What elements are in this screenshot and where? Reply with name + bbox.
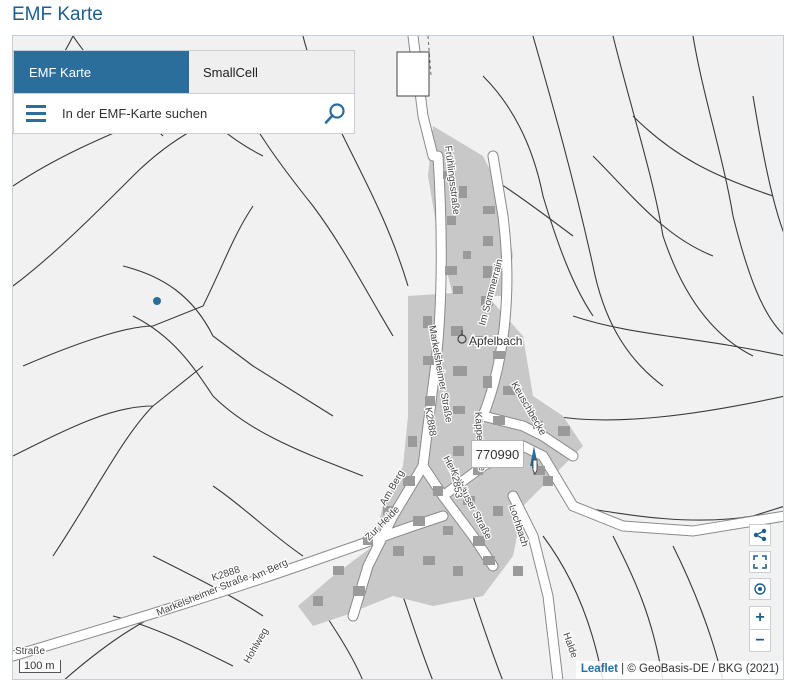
scale-bar: 100 m [19, 660, 61, 673]
locate-button[interactable] [749, 578, 771, 600]
street-label: Straße [15, 646, 45, 657]
zoom-out-button[interactable]: − [750, 629, 770, 652]
share-icon [753, 528, 767, 542]
attribution: Leaflet | © GeoBasis-DE / BKG (2021) [575, 661, 783, 679]
tab-smallcell[interactable]: SmallCell [189, 51, 354, 93]
zoom-control: + − [749, 606, 771, 652]
zoom-in-button[interactable]: + [750, 607, 770, 629]
fullscreen-button[interactable] [749, 551, 771, 573]
search-icon[interactable] [324, 103, 346, 125]
sports-field [396, 51, 430, 97]
search-input[interactable] [62, 102, 312, 124]
map-container[interactable]: Apfelbach Frühlingsstraße Im Sommerrain … [12, 35, 784, 680]
share-button[interactable] [749, 524, 771, 546]
street-label: Halde [560, 631, 579, 660]
fullscreen-icon [753, 555, 767, 569]
locate-icon [754, 583, 766, 595]
page-title: EMF Karte [12, 4, 103, 25]
leaflet-link[interactable]: Leaflet [581, 663, 618, 675]
location-dot[interactable] [153, 297, 161, 305]
tab-bar: EMF Karte SmallCell [13, 50, 355, 94]
street-label: Markelsheimer Straße [155, 572, 251, 619]
place-label: Apfelbach [469, 334, 522, 348]
menu-icon[interactable] [26, 105, 46, 122]
search-bar [13, 94, 355, 134]
street-label: Hohlweg [242, 626, 271, 665]
attribution-text: | © GeoBasis-DE / BKG (2021) [617, 663, 779, 675]
site-id-popup[interactable]: 770990 [471, 440, 524, 468]
tab-emf-karte[interactable]: EMF Karte [14, 51, 189, 93]
